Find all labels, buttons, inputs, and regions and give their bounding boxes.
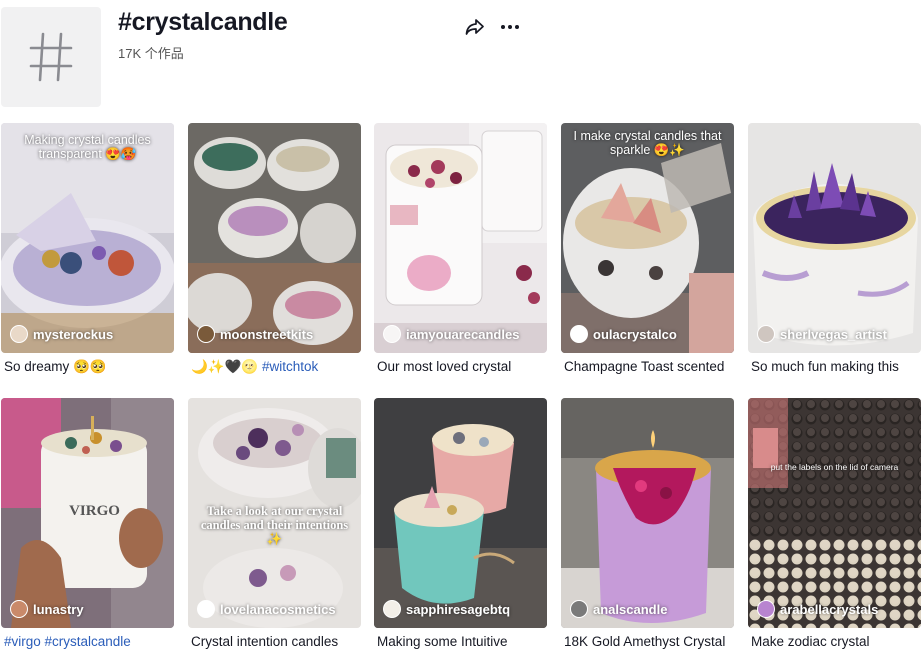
video-thumbnail[interactable]: sherlvegas_artist: [748, 123, 921, 353]
creator[interactable]: mysterockus: [10, 325, 113, 343]
creator[interactable]: analscandle: [570, 600, 667, 618]
creator-name: iamyouarecandles: [406, 326, 520, 342]
video-caption[interactable]: Make zodiac crystal: [751, 634, 921, 649]
overlay-text: VIRGO: [69, 503, 120, 519]
avatar: [197, 600, 215, 618]
video-caption[interactable]: So much fun making this: [751, 359, 921, 374]
creator[interactable]: arabellacrystals: [757, 600, 878, 618]
video-caption[interactable]: #virgo #crystalcandle: [4, 634, 174, 649]
video-caption[interactable]: 🌙✨🖤🌝 #witchtok: [191, 359, 361, 375]
creator[interactable]: sherlvegas_artist: [757, 325, 887, 343]
avatar: [383, 325, 401, 343]
creator[interactable]: oulacrystalco: [570, 325, 677, 343]
thumbnail-image: [748, 398, 921, 628]
video-caption[interactable]: Our most loved crystal: [377, 359, 547, 374]
hashtag-avatar: [1, 7, 101, 107]
video-caption[interactable]: Crystal intention candles: [191, 634, 361, 649]
thumbnail-image: [374, 398, 547, 628]
thumbnail-image: [188, 123, 361, 353]
caption-text: Champagne Toast scented: [564, 359, 725, 374]
video-caption[interactable]: Making some Intuitive: [377, 634, 547, 649]
avatar: [757, 600, 775, 618]
share-button[interactable]: [463, 15, 487, 39]
video-thumbnail[interactable]: moonstreetkits: [188, 123, 361, 353]
caption-text: So much fun making this: [751, 359, 899, 374]
creator-name: lovelanacosmetics: [220, 601, 336, 617]
video-thumbnail[interactable]: analscandle: [561, 398, 734, 628]
creator-name: sherlvegas_artist: [780, 326, 887, 342]
creator-name: mysterockus: [33, 326, 114, 342]
thumbnail-image: [374, 123, 547, 353]
video-thumbnail[interactable]: put the labels on the lid of camera arab…: [748, 398, 921, 628]
thumbnail-image: [561, 123, 734, 353]
caption-text: Make zodiac crystal: [751, 634, 870, 649]
avatar: [10, 325, 28, 343]
hashtag-link[interactable]: #witchtok: [258, 359, 318, 374]
creator[interactable]: lovelanacosmetics: [197, 600, 336, 618]
video-thumbnail[interactable]: I make crystal candles that sparkle 😍✨ o…: [561, 123, 734, 353]
caption-text: Our most loved crystal: [377, 359, 512, 374]
creator[interactable]: lunastry: [10, 600, 84, 618]
creator[interactable]: sapphiresagebtq: [383, 600, 510, 618]
hashtag-link[interactable]: #virgo #crystalcandle: [4, 634, 131, 649]
caption-text: Making some Intuitive: [377, 634, 508, 649]
avatar: [10, 600, 28, 618]
video-caption[interactable]: So dreamy 🥺🥺: [4, 359, 174, 375]
avatar: [570, 600, 588, 618]
video-thumbnail[interactable]: VIRGO lunastry: [1, 398, 174, 628]
caption-text: 🌙✨🖤🌝: [191, 359, 259, 374]
caption-text: Crystal intention candles: [191, 634, 339, 649]
overlay-text: put the labels on the lid of camera: [770, 462, 899, 472]
overlay-text: Making crystal candles transparent 😍🥵: [24, 133, 151, 161]
caption-text: So dreamy 🥺🥺: [4, 359, 107, 374]
page-title: #crystalcandle: [118, 8, 288, 36]
creator-name: sapphiresagebtq: [406, 601, 511, 617]
hash-icon: [29, 32, 73, 82]
creator[interactable]: moonstreetkits: [197, 325, 313, 343]
video-count: 17K 个作品: [118, 46, 184, 61]
overlay-text: Take a look at our crystal candles and t…: [200, 504, 349, 546]
video-thumbnail[interactable]: Take a look at our crystal candles and t…: [188, 398, 361, 628]
creator-name: lunastry: [33, 601, 84, 617]
avatar: [383, 600, 401, 618]
more-options-button[interactable]: [498, 15, 522, 39]
creator[interactable]: iamyouarecandles: [383, 325, 519, 343]
video-grid: Making crystal candles transparent 😍🥵 my…: [1, 123, 923, 655]
creator-name: moonstreetkits: [220, 326, 314, 342]
share-icon: [465, 19, 484, 35]
avatar: [570, 325, 588, 343]
thumbnail-image: [748, 123, 921, 353]
video-thumbnail[interactable]: iamyouarecandles: [374, 123, 547, 353]
video-caption[interactable]: 18K Gold Amethyst Crystal: [564, 634, 734, 649]
video-thumbnail[interactable]: sapphiresagebtq: [374, 398, 547, 628]
caption-text: 18K Gold Amethyst Crystal: [564, 634, 726, 649]
creator-name: arabellacrystals: [780, 601, 879, 617]
video-caption[interactable]: Champagne Toast scented: [564, 359, 734, 374]
video-thumbnail[interactable]: Making crystal candles transparent 😍🥵 my…: [1, 123, 174, 353]
creator-name: analscandle: [593, 601, 668, 617]
hashtag-header: #crystalcandle 17K 个作品: [0, 0, 923, 112]
overlay-text: I make crystal candles that sparkle 😍✨: [573, 129, 722, 157]
creator-name: oulacrystalco: [593, 326, 677, 342]
more-icon: [501, 25, 519, 29]
avatar: [197, 325, 215, 343]
thumbnail-image: [561, 398, 734, 628]
avatar: [757, 325, 775, 343]
